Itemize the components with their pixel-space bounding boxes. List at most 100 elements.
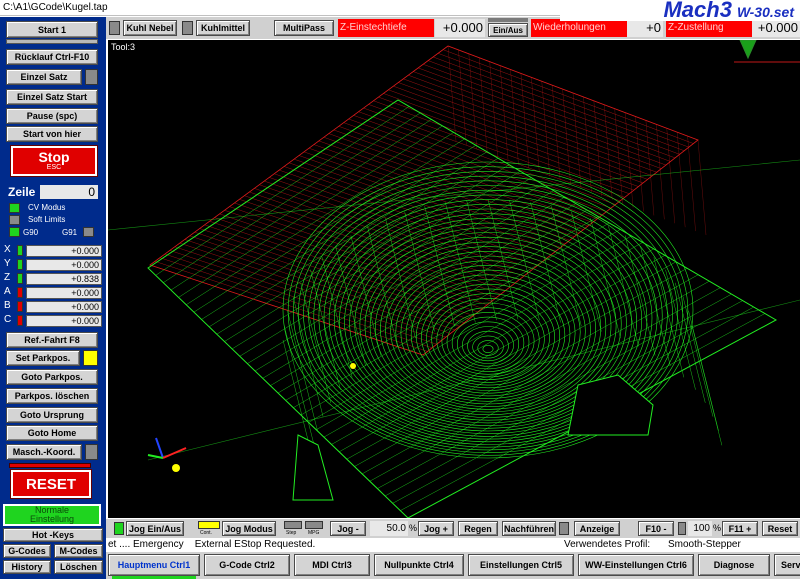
tab-2[interactable]: G-Code Ctrl2	[204, 554, 290, 576]
wiederholungen-value[interactable]: +0	[627, 19, 663, 37]
sphere-meridian	[691, 325, 723, 446]
boundary-drop	[531, 77, 540, 173]
axis-c-dro[interactable]: +0.000	[26, 315, 102, 327]
axis-a-dro[interactable]: +0.000	[26, 287, 102, 299]
toolpath-viewport[interactable]: Tool:3	[108, 40, 800, 518]
einzel-satz-button[interactable]: Einzel Satz	[6, 69, 82, 85]
jog-plus-button[interactable]: Jog +	[418, 521, 454, 536]
tab-1[interactable]: Hauptmenu Ctrl1	[108, 554, 200, 576]
g90-led	[9, 227, 20, 237]
reset-button[interactable]: RESET	[11, 470, 91, 498]
axis-a-label: A	[4, 286, 11, 297]
m-codes-button[interactable]: M-Codes	[54, 544, 103, 558]
boundary-drop	[458, 49, 467, 145]
axis-c-ref-led	[17, 315, 23, 326]
zeile-value[interactable]: 0	[40, 185, 98, 199]
tab-8[interactable]: Service	[774, 554, 800, 576]
g-codes-button[interactable]: G-Codes	[3, 544, 51, 558]
ruecklauf-button[interactable]: Rücklauf Ctrl-F10	[6, 49, 98, 65]
mpg-label: MPG	[308, 530, 320, 536]
feed-minus-button[interactable]: F10 -	[638, 521, 674, 536]
tab-4[interactable]: Nullpunkte Ctrl4	[374, 554, 464, 576]
history-button[interactable]: History	[3, 560, 51, 574]
left-control-panel: Start 1 Rücklauf Ctrl-F10 Einzel Satz Ei…	[0, 17, 106, 579]
plane-hatch	[163, 112, 421, 283]
normale-einstellung-button[interactable]: Normale Einstellung	[3, 504, 101, 526]
axis-b-dro[interactable]: +0.000	[26, 301, 102, 313]
triad-z-axis	[155, 437, 164, 459]
axis-x-dro[interactable]: +0.000	[26, 245, 102, 257]
axis-y-dro[interactable]: +0.000	[26, 259, 102, 271]
boundary-drop	[468, 53, 478, 149]
anzeige-button[interactable]: Anzeige	[574, 521, 620, 536]
axis-z-dro[interactable]: +0.838	[26, 273, 102, 285]
jog-modus-button[interactable]: Jog Modus	[222, 521, 276, 536]
feed-reset-button[interactable]: Reset	[762, 521, 798, 536]
sphere-meridian	[300, 282, 331, 403]
zeile-label: Zeile	[8, 185, 36, 199]
axis-x-ref-led	[17, 245, 23, 256]
reset-indicator	[9, 463, 91, 468]
boundary-drop	[479, 57, 488, 153]
step-label: Step	[286, 530, 297, 536]
goto-parkpos-button[interactable]: Goto Parkpos.	[6, 369, 98, 385]
tab-6[interactable]: WW-Einstellungen Ctrl6	[578, 554, 694, 576]
z-einstechtiefe-label: Z-Einstechtiefe	[338, 19, 434, 37]
boundary-drop	[666, 128, 675, 224]
regen-button[interactable]: Regen	[458, 521, 498, 536]
g90-label: G90	[23, 228, 39, 237]
ein-aus-button[interactable]: Ein/Aus	[488, 23, 528, 37]
boundary-drop	[489, 61, 498, 157]
normale-line-2: Einstellung	[29, 514, 75, 524]
axis-y-ref-led	[17, 259, 23, 270]
toolpath-canvas	[108, 40, 800, 518]
boundary-drop	[447, 45, 457, 142]
status-bar: et .... Emergency External EStop Request…	[106, 538, 800, 552]
tab-7[interactable]: Diagnose	[698, 554, 770, 576]
sphere-contour	[472, 335, 504, 359]
axis-x-label: X	[4, 244, 11, 255]
set-parkpos-button[interactable]: Set Parkpos.	[6, 350, 80, 366]
cycle-start-button[interactable]: Start 1	[6, 21, 98, 38]
goto-ursprung-button[interactable]: Goto Ursprung	[6, 407, 98, 423]
boundary-drop	[499, 65, 509, 161]
multipass-button[interactable]: MultiPass	[274, 20, 334, 36]
parkpos-loeschen-button[interactable]: Parkpos. löschen	[6, 388, 98, 404]
stop-label: Stop	[38, 149, 70, 165]
ref-fahrt-button[interactable]: Ref.-Fahrt F8	[6, 332, 98, 348]
loeschen-button[interactable]: Löschen	[54, 560, 103, 574]
jog-ein-aus-button[interactable]: Jog Ein/Aus	[126, 521, 184, 536]
kuhl-nebel-button[interactable]: Kuhl Nebel	[123, 20, 177, 36]
jog-ein-aus-led	[114, 522, 124, 535]
parkpos-led	[83, 350, 98, 366]
boundary-drop	[645, 120, 655, 216]
masch-koord-led	[85, 444, 98, 460]
feed-percent-sign: %	[713, 523, 722, 533]
kuhlmittel-button[interactable]: Kuhlmittel	[196, 20, 250, 36]
stop-button[interactable]: Stop ESC	[11, 146, 97, 176]
sphere-contour	[421, 288, 555, 386]
pause-button[interactable]: Pause (spc)	[6, 108, 98, 124]
z-zustellung-value[interactable]: +0.000	[752, 19, 800, 37]
tab-5[interactable]: Einstellungen Ctrl5	[468, 554, 574, 576]
einzel-satz-start-button[interactable]: Einzel Satz Start	[6, 89, 98, 105]
nachfuehren-button[interactable]: Nachführen	[502, 521, 556, 536]
feed-override-led	[678, 522, 686, 535]
triad-x-axis	[162, 447, 187, 459]
masch-koord-button[interactable]: Masch.-Koord.	[6, 444, 82, 460]
start-von-hier-button[interactable]: Start von hier	[6, 126, 98, 142]
jog-percent-value[interactable]: 50.0	[370, 521, 408, 536]
tool-position-marker	[350, 363, 356, 369]
jog-minus-button[interactable]: Jog -	[330, 521, 366, 536]
z-einstechtiefe-value[interactable]: +0.000	[435, 19, 485, 37]
tab-3[interactable]: MDI Ctrl3	[294, 554, 370, 576]
feed-percent-value[interactable]: 100	[688, 521, 712, 536]
feed-plus-button[interactable]: F11 +	[722, 521, 758, 536]
mach3-logo-text: Mach3	[663, 0, 732, 22]
hot-keys-button[interactable]: Hot -Keys	[3, 528, 103, 542]
sphere-contour	[431, 297, 545, 380]
ein-aus-indicator	[488, 18, 528, 22]
boundary-drop	[676, 132, 686, 228]
sphere-contour	[482, 344, 494, 353]
goto-home-button[interactable]: Goto Home	[6, 425, 98, 441]
